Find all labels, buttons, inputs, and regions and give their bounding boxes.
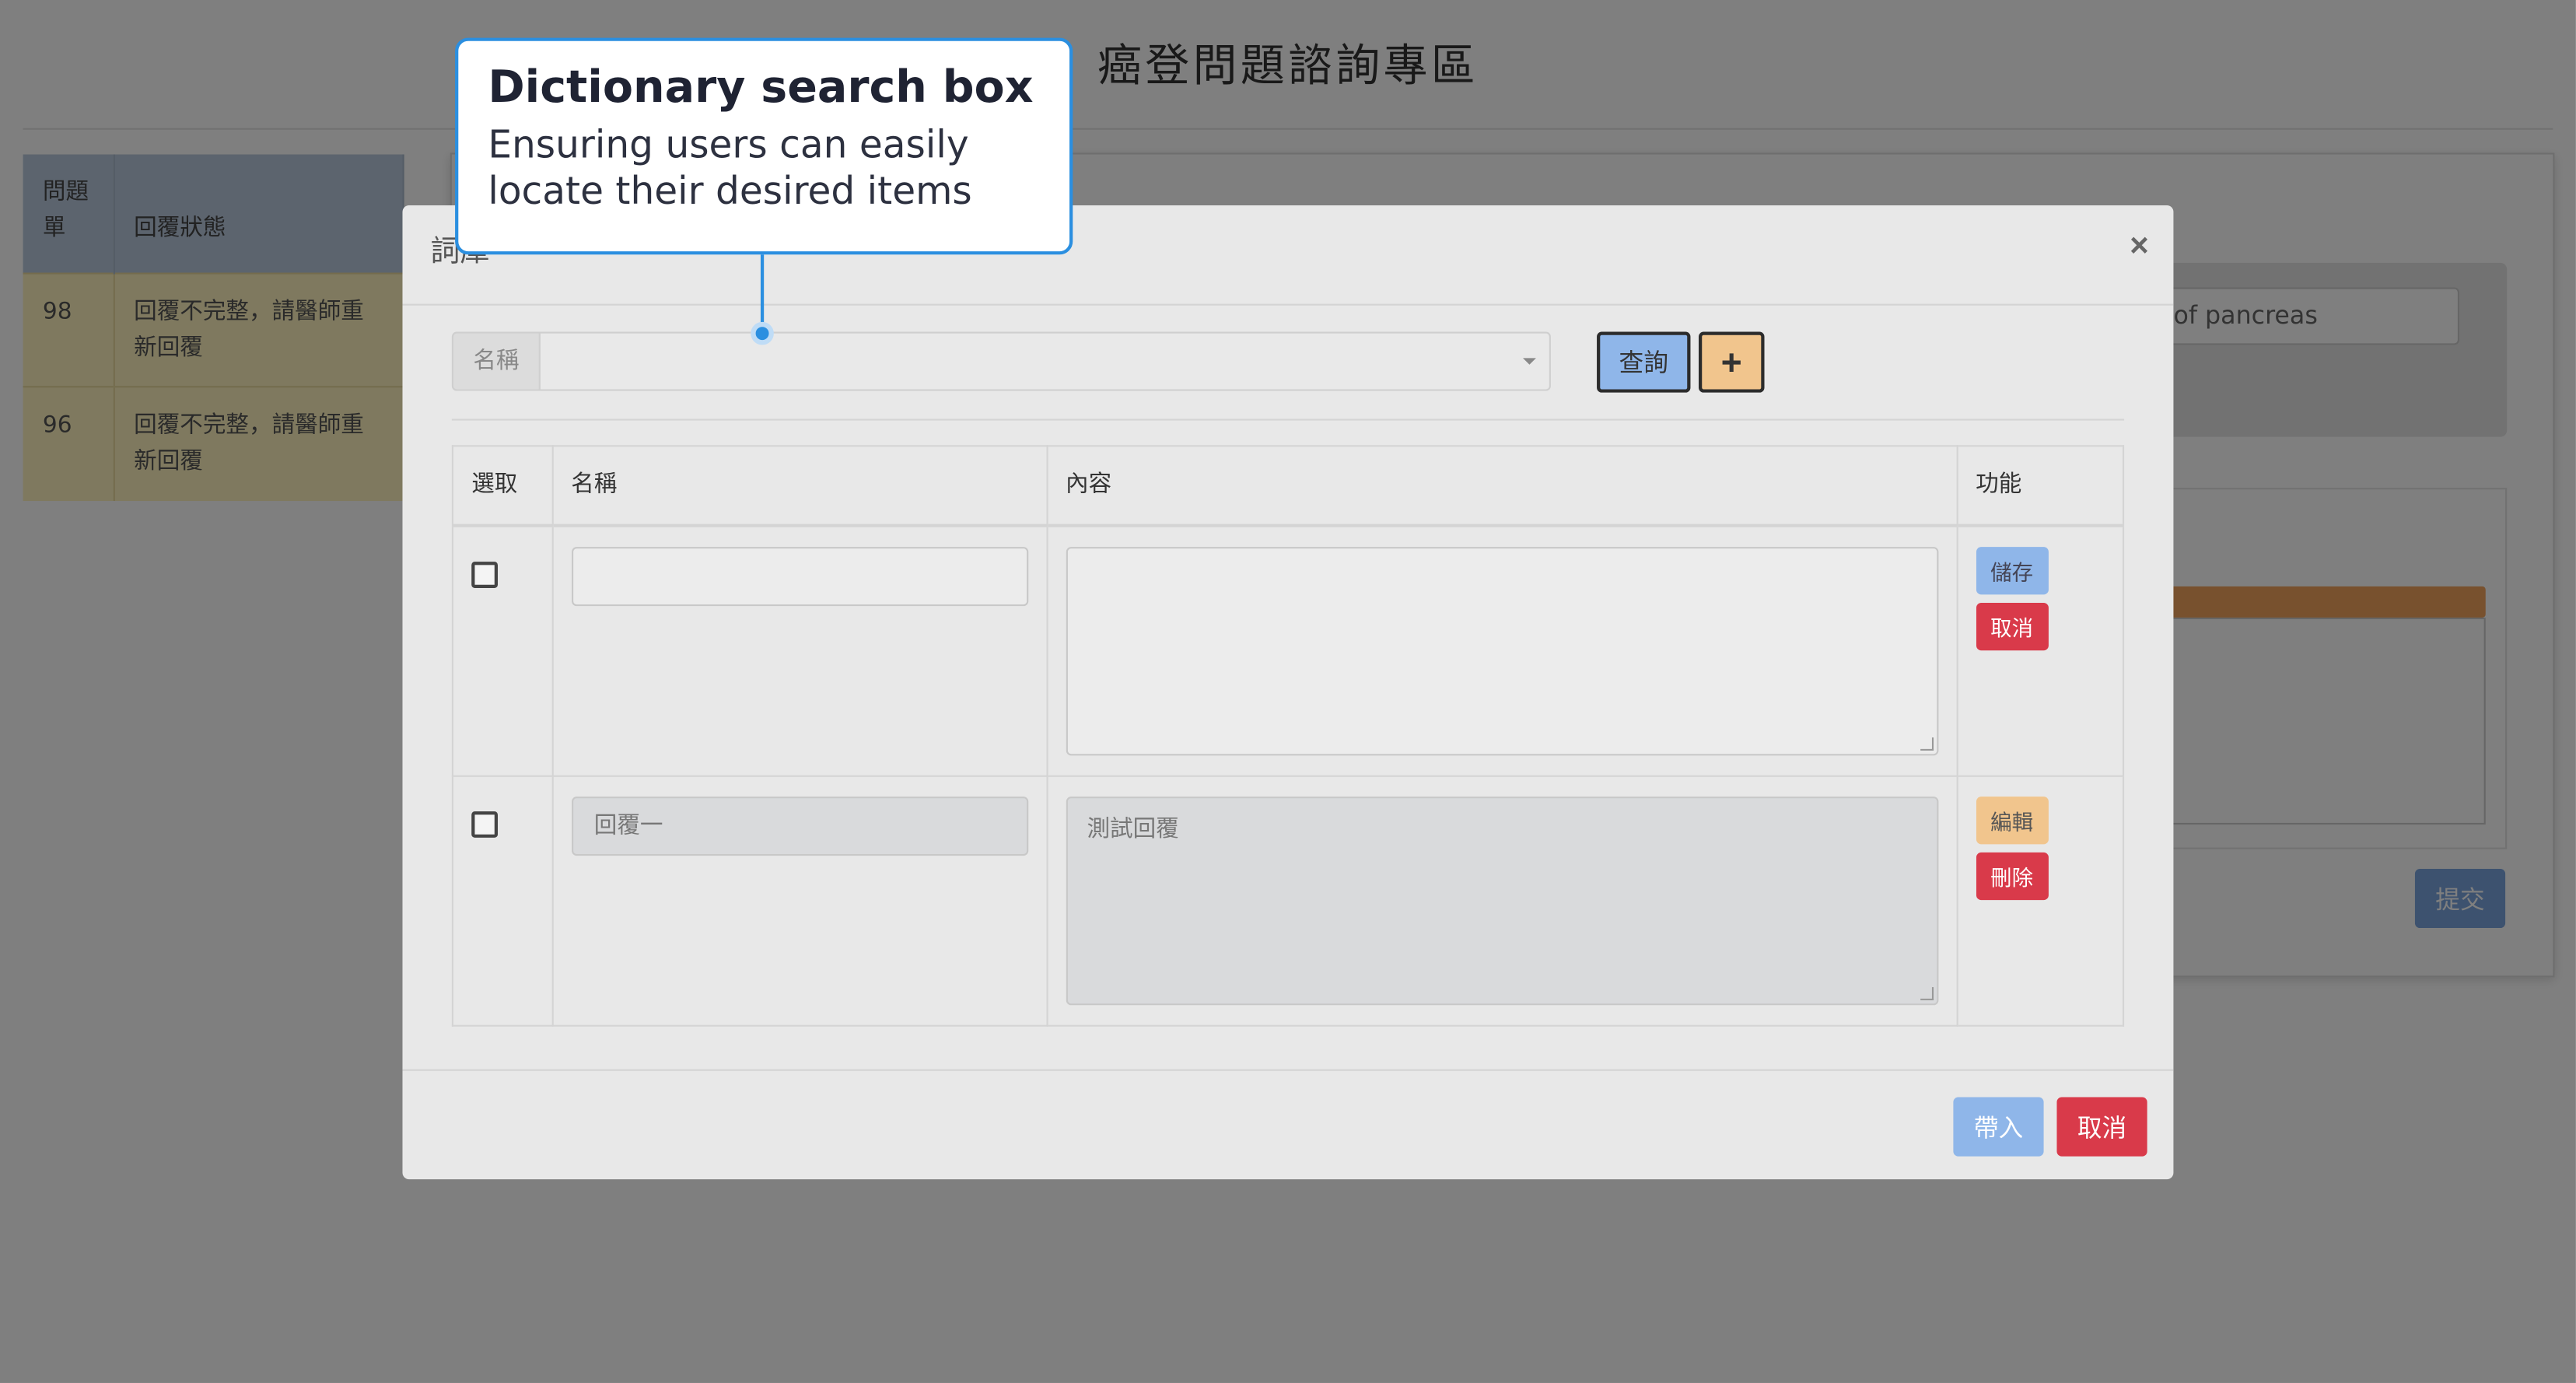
edit-button[interactable]: 編輯 <box>1976 796 2049 844</box>
content-text: 測試回覆 <box>1087 815 1179 842</box>
row-select-checkbox[interactable] <box>471 811 498 837</box>
delete-button[interactable]: 刪除 <box>1976 851 2049 900</box>
table-row: 儲存 取消 <box>451 523 2125 776</box>
modal-footer: 帶入 取消 <box>402 1069 2174 1179</box>
name-field: 回覆一 <box>571 796 1028 856</box>
table-row: 回覆一 測試回覆 編輯 刪除 <box>451 774 2125 1026</box>
import-button[interactable]: 帶入 <box>1953 1097 2044 1157</box>
content-textarea: 測試回覆 <box>1065 796 1938 1005</box>
header-content: 內容 <box>1045 445 1958 527</box>
header-select: 選取 <box>451 445 553 527</box>
close-icon[interactable]: × <box>2130 229 2149 267</box>
content-textarea[interactable] <box>1065 546 1938 755</box>
callout-body: Ensuring users can easily locate their d… <box>488 124 972 214</box>
cancel-button[interactable]: 取消 <box>2056 1097 2147 1157</box>
search-label: 名稱 <box>451 331 541 391</box>
resize-handle-icon[interactable] <box>1920 986 1934 1000</box>
save-button[interactable]: 儲存 <box>1976 546 2049 594</box>
callout-pointer-line <box>760 254 765 329</box>
query-button[interactable]: 查詢 <box>1597 331 1691 393</box>
add-entry-button[interactable]: + <box>1699 331 1765 393</box>
callout-title: Dictionary search box <box>488 62 1034 114</box>
header-name: 名稱 <box>551 445 1048 527</box>
dictionary-table: 選取 名稱 內容 功能 儲存 取消 回覆一 測試回覆 編輯 刪除 <box>451 445 2125 1026</box>
cancel-edit-button[interactable]: 取消 <box>1976 601 2049 650</box>
callout-pointer-dot <box>751 321 774 345</box>
app-window: 癌登問題諮詢專區 問題單 回覆狀態 98 回覆不完整，請醫師重新回覆 96 回覆… <box>0 0 2576 1383</box>
tooltip-callout: Dictionary search box Ensuring users can… <box>455 37 1073 255</box>
resize-handle-icon[interactable] <box>1920 737 1934 750</box>
name-search-select[interactable] <box>538 331 1551 391</box>
header-function: 功能 <box>1955 445 2125 527</box>
name-field[interactable] <box>571 546 1028 606</box>
search-divider <box>451 418 2125 421</box>
dictionary-modal: 詞庫 × 名稱 查詢 + 選取 名稱 內容 功能 <box>402 205 2174 1180</box>
chevron-down-icon <box>1523 358 1536 365</box>
row-select-checkbox[interactable] <box>471 561 498 587</box>
